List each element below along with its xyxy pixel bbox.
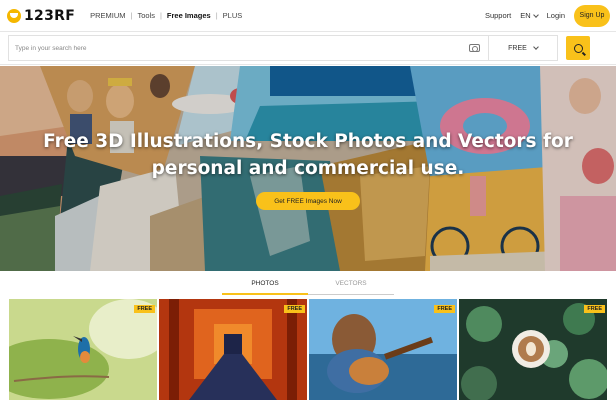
search-input[interactable] bbox=[15, 44, 395, 52]
thumbnail-torii-corridor[interactable]: FREE bbox=[159, 299, 307, 400]
signup-button[interactable]: Sign Up bbox=[574, 4, 610, 27]
search-icon bbox=[573, 43, 583, 53]
search-field bbox=[8, 35, 488, 61]
media-type-tabs: PHOTOS VECTORS bbox=[222, 279, 394, 295]
license-filter-label: FREE bbox=[508, 44, 527, 52]
nav-plus[interactable]: PLUS bbox=[218, 11, 248, 20]
hero-headline: Free 3D Illustrations, Stock Photos and … bbox=[0, 128, 616, 182]
top-navigation: 123RF PREMIUM | Tools | Free Images | PL… bbox=[0, 0, 616, 31]
free-image-grid: FREE FREE FREE FREE bbox=[9, 299, 609, 400]
hero-headline-line-1: Free 3D Illustrations, Stock Photos and … bbox=[43, 131, 573, 152]
free-badge: FREE bbox=[434, 305, 455, 313]
guitar-player-image bbox=[309, 299, 457, 400]
nav-free-images[interactable]: Free Images bbox=[162, 11, 216, 20]
support-link[interactable]: Support bbox=[485, 11, 511, 20]
torii-corridor-image bbox=[159, 299, 307, 400]
tab-photos[interactable]: PHOTOS bbox=[222, 279, 308, 295]
license-filter-dropdown[interactable]: FREE bbox=[488, 35, 558, 61]
language-selector[interactable]: EN bbox=[520, 11, 539, 20]
thumbnail-latte-succulents[interactable]: FREE bbox=[459, 299, 607, 400]
language-label: EN bbox=[520, 11, 531, 20]
logo-mark-icon bbox=[7, 8, 21, 23]
latte-succulents-image bbox=[459, 299, 607, 400]
get-free-images-button[interactable]: Get FREE Images Now bbox=[256, 192, 360, 210]
header-actions: Support EN Login Sign Up bbox=[485, 4, 616, 27]
free-badge: FREE bbox=[284, 305, 305, 313]
login-link[interactable]: Login bbox=[547, 11, 565, 20]
chevron-down-icon bbox=[532, 12, 539, 18]
tab-vectors[interactable]: VECTORS bbox=[308, 279, 394, 295]
free-badge: FREE bbox=[134, 305, 155, 313]
nav-premium[interactable]: PREMIUM bbox=[85, 11, 130, 20]
search-button[interactable] bbox=[566, 36, 590, 60]
search-bar: FREE bbox=[0, 31, 616, 65]
logo[interactable]: 123RF bbox=[7, 6, 75, 26]
hero-headline-line-2: personal and commercial use. bbox=[151, 158, 465, 179]
chevron-down-icon bbox=[532, 44, 539, 50]
logo-text: 123RF bbox=[24, 7, 76, 24]
kingfisher-image bbox=[9, 299, 157, 400]
free-badge: FREE bbox=[584, 305, 605, 313]
main-nav: PREMIUM | Tools | Free Images | PLUS bbox=[85, 11, 247, 20]
thumbnail-kingfisher[interactable]: FREE bbox=[9, 299, 157, 400]
nav-tools[interactable]: Tools bbox=[132, 11, 160, 20]
thumbnail-guitar-player[interactable]: FREE bbox=[309, 299, 457, 400]
camera-icon[interactable] bbox=[469, 44, 480, 52]
